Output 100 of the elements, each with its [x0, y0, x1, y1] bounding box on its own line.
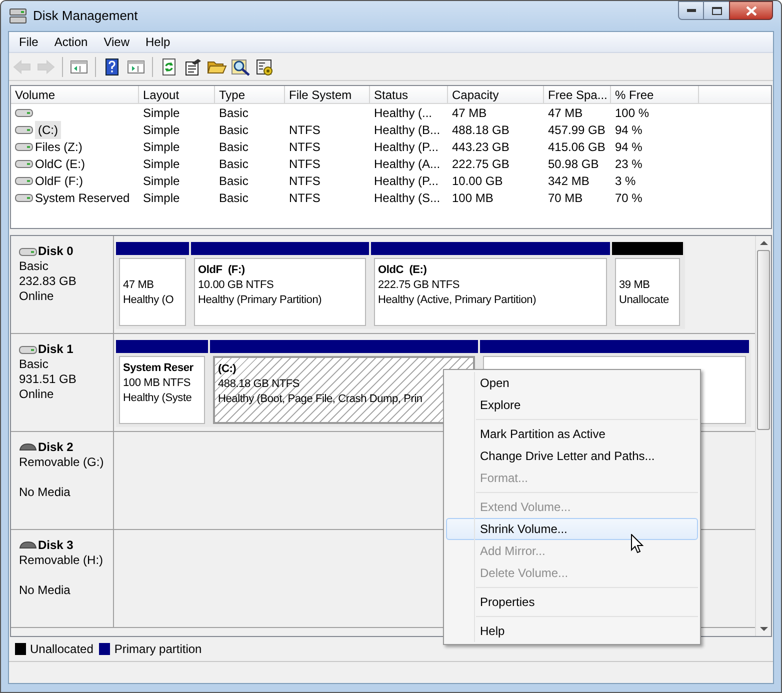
- table-cell-text: 23 %: [615, 156, 642, 172]
- minimize-icon: [686, 8, 696, 12]
- disk-type: Removable (H:): [19, 553, 104, 568]
- minimize-button[interactable]: [678, 1, 704, 20]
- disk-name: Disk 0: [38, 244, 74, 259]
- menu-item[interactable]: View: [96, 33, 138, 51]
- window-title: Disk Management: [33, 7, 138, 26]
- search-icon[interactable]: [231, 58, 251, 76]
- column-header[interactable]: Capacity: [448, 86, 544, 103]
- drive-icon: [15, 192, 33, 202]
- volume-row[interactable]: (C:) Simple Basic NTFS Healthy (B... 488.18 GB 457.99 GB 94 %: [11, 121, 771, 138]
- table-cell-text: 443.23 GB: [452, 138, 510, 156]
- drive-icon: [15, 142, 33, 152]
- table-cell-text: Simple: [143, 156, 180, 172]
- table-cell-text: 222.75 GB: [452, 156, 510, 172]
- disk-size: 931.51 GB: [19, 372, 76, 387]
- disk-status: Online: [19, 289, 54, 304]
- table-cell-text: 415.06 GB: [548, 138, 606, 156]
- column-header[interactable]: Volume: [11, 86, 139, 103]
- column-header[interactable]: Layout: [139, 86, 215, 103]
- table-cell-text: 342 MB: [548, 172, 590, 190]
- removable-drive-icon: [19, 443, 37, 452]
- close-button[interactable]: [729, 1, 773, 20]
- volume-name: OldC (E:): [35, 156, 86, 172]
- table-cell-text: 70 MB: [548, 190, 583, 206]
- drive-icon: [15, 124, 33, 134]
- menu-item[interactable]: Shrink Volume...: [446, 518, 698, 540]
- table-cell-text: Simple: [143, 122, 180, 138]
- volume-name: System Reserved: [35, 190, 130, 206]
- column-header[interactable]: Status: [370, 86, 448, 103]
- menu-item[interactable]: Help: [446, 620, 698, 642]
- volume-row[interactable]: Files (Z:) Simple Basic NTFS Healthy (P... 443.23 GB 415.06 GB 94 %: [11, 138, 771, 155]
- table-cell-text: 100 %: [615, 104, 650, 122]
- table-cell-text: Healthy (A...: [374, 156, 440, 172]
- table-cell-text: 50.98 GB: [548, 156, 599, 172]
- console-tree-icon[interactable]: [69, 58, 89, 76]
- close-icon: [746, 6, 756, 16]
- partition-size: 488.18 GB NTFS: [218, 377, 300, 392]
- volume-row[interactable]: System Reserved Simple Basic NTFS Healthy (S... 100 MB 70 MB 70 %: [11, 189, 771, 206]
- table-cell-text: Basic: [219, 190, 248, 206]
- maximize-icon: [712, 6, 722, 14]
- legend-label: Primary partition: [114, 641, 202, 658]
- table-cell-text: NTFS: [289, 190, 320, 206]
- column-header[interactable]: Type: [215, 86, 285, 103]
- menu-item[interactable]: Change Drive Letter and Paths...: [446, 445, 698, 467]
- volume-row[interactable]: OldF (F:) Simple Basic NTFS Healthy (P... 10.00 GB 342 MB 3 %: [11, 172, 771, 189]
- table-cell-text: 47 MB: [548, 104, 583, 122]
- table-cell-text: Simple: [143, 172, 180, 190]
- disk-name: Disk 3: [38, 538, 74, 553]
- vertical-scrollbar[interactable]: [755, 236, 771, 636]
- table-cell-text: 70 %: [615, 190, 642, 206]
- menu-item[interactable]: Properties: [446, 591, 698, 613]
- table-cell-text: NTFS: [289, 122, 320, 138]
- drive-icon: [15, 158, 33, 168]
- scroll-thumb[interactable]: [757, 250, 770, 430]
- table-cell-text: Basic: [219, 104, 248, 122]
- action-pane-icon[interactable]: [126, 58, 146, 76]
- partition-status: Healthy (Primary Partition): [198, 293, 322, 308]
- partition-size: 222.75 GB NTFS: [378, 278, 460, 293]
- volume-name: Files (Z:): [35, 138, 82, 156]
- drive-icon: [19, 246, 37, 256]
- disk-name: Disk 1: [38, 342, 74, 357]
- disk-status: No Media: [19, 583, 70, 598]
- table-cell-text: NTFS: [289, 172, 320, 190]
- partition-size: 39 MB: [619, 278, 650, 293]
- disk-management-icon: [9, 8, 27, 24]
- disk-status: No Media: [19, 485, 70, 500]
- drive-icon: [15, 176, 33, 186]
- table-cell-text: Simple: [143, 138, 180, 156]
- properties-icon[interactable]: [183, 58, 203, 76]
- column-header[interactable]: % Free: [611, 86, 699, 103]
- column-header[interactable]: Free Spa...: [544, 86, 611, 103]
- partition-title: OldF (F:): [198, 263, 245, 278]
- table-cell-text: 457.99 GB: [548, 122, 606, 138]
- disk-type: Basic: [19, 357, 48, 372]
- table-cell-text: Healthy (B...: [374, 122, 440, 138]
- menu-item[interactable]: File: [11, 33, 46, 51]
- table-cell-text: Healthy (...: [374, 104, 432, 122]
- maximize-button[interactable]: [704, 1, 729, 20]
- partition-size: 100 MB NTFS: [123, 376, 190, 391]
- table-cell-text: Basic: [219, 138, 248, 156]
- table-cell-text: 488.18 GB: [452, 122, 510, 138]
- partition-size: 10.00 GB NTFS: [198, 278, 274, 293]
- menu-item[interactable]: Action: [46, 33, 96, 51]
- volume-row[interactable]: OldC (E:) Simple Basic NTFS Healthy (A... 222.75 GB 50.98 GB 23 %: [11, 155, 771, 172]
- table-cell-text: Simple: [143, 104, 180, 122]
- table-cell-text: Basic: [219, 156, 248, 172]
- partition-title: OldC (E:): [378, 263, 427, 278]
- volume-row[interactable]: Simple Basic Healthy (... 47 MB 47 MB 100 %: [11, 104, 771, 121]
- table-cell-text: NTFS: [289, 138, 320, 156]
- partition-status: Unallocate: [619, 293, 669, 308]
- table-cell-text: 94 %: [615, 122, 642, 138]
- column-header[interactable]: File System: [285, 86, 370, 103]
- removable-drive-icon: [19, 541, 37, 550]
- partition-title: System Reser: [123, 361, 194, 376]
- table-cell-text: Healthy (P...: [374, 172, 438, 190]
- partition-title: (C:): [218, 362, 236, 377]
- settings-icon[interactable]: [255, 58, 275, 76]
- partition-status: Healthy (Boot, Page File, Crash Dump, Prin: [218, 392, 422, 407]
- menu-item[interactable]: Help: [138, 33, 178, 51]
